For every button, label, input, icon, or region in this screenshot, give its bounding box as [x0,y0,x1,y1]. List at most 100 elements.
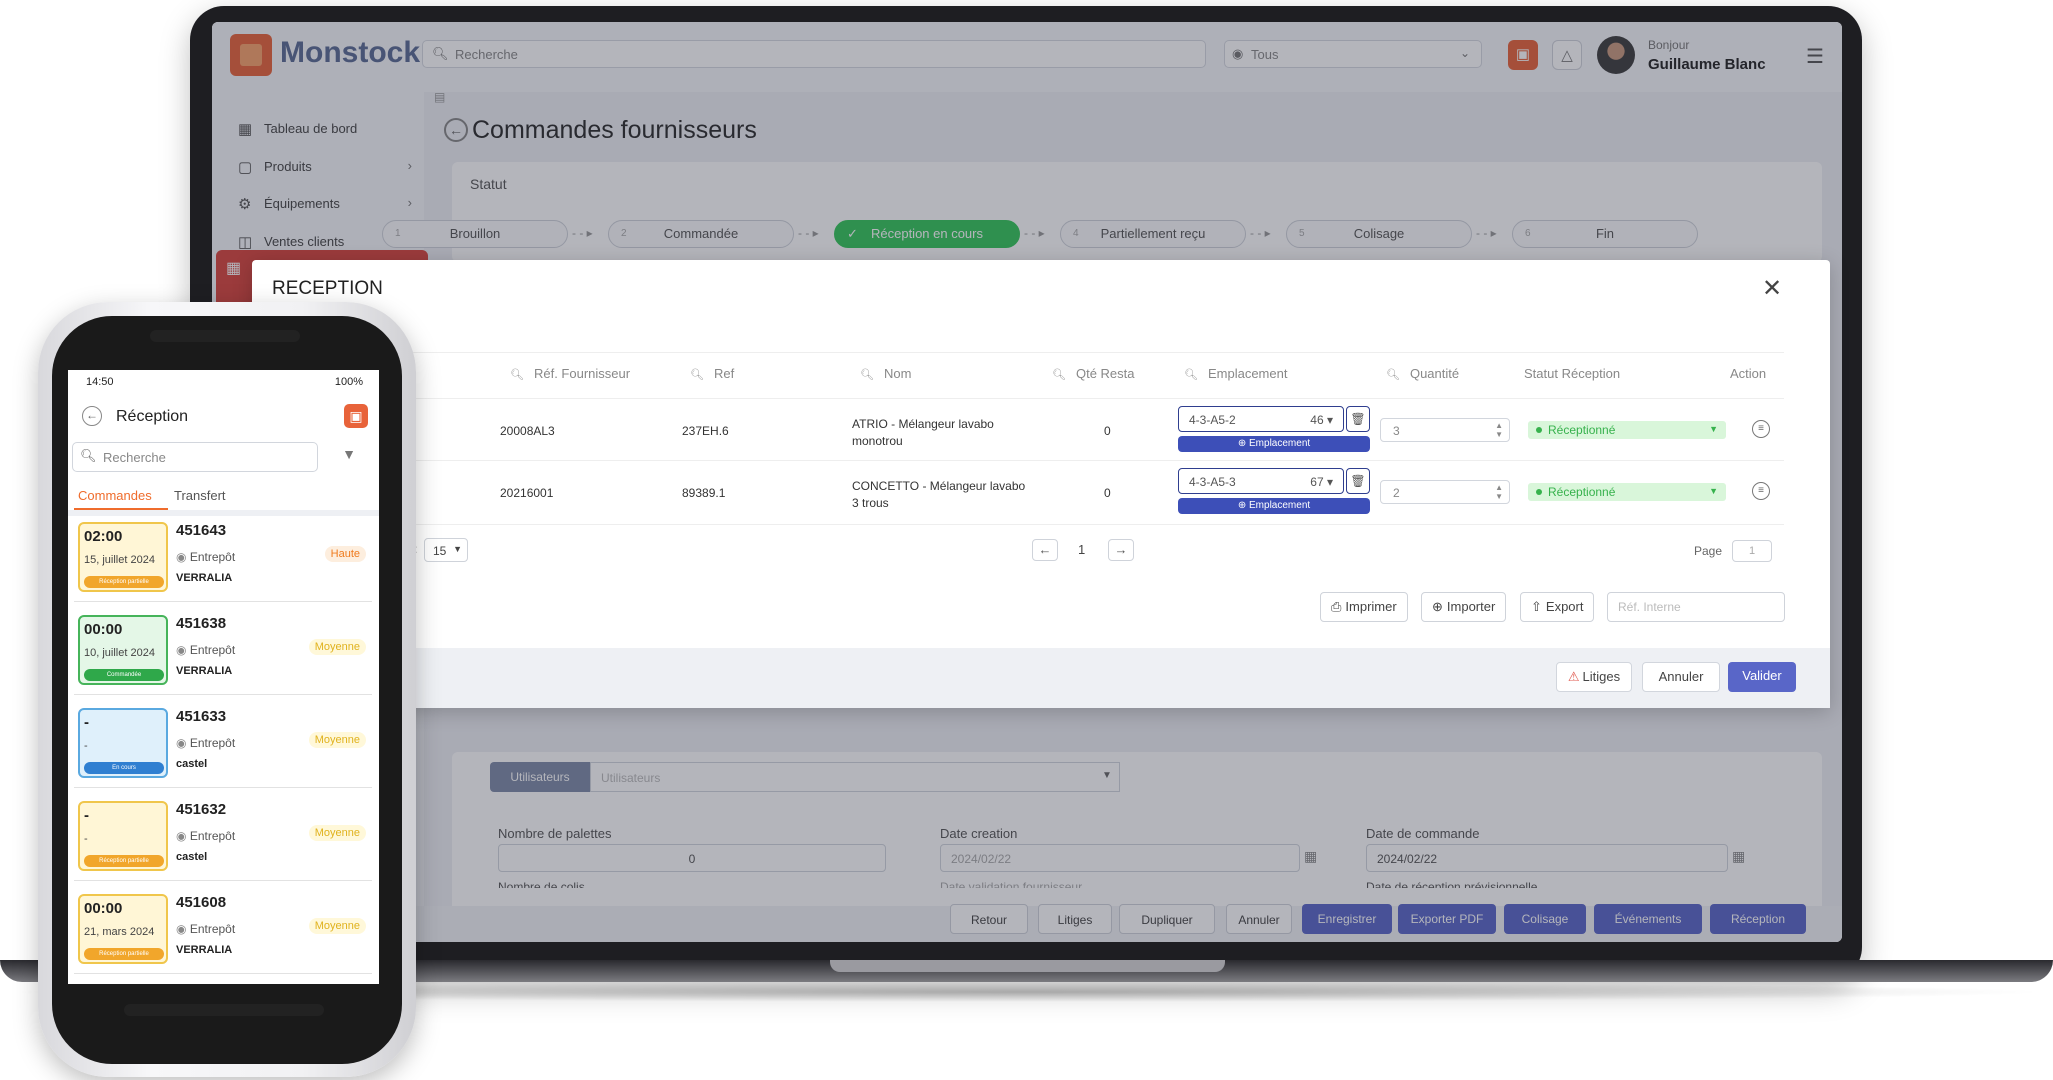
plus-circle-icon: ⊕ [1432,599,1443,614]
order-number: 451608 [176,894,227,911]
export-button[interactable]: ⇧ Export [1520,592,1595,622]
order-list-item[interactable]: 00:00 21, mars 2024 Réception partielle 451… [74,888,372,974]
litiges-button[interactable]: ⚠︎ Litiges [1556,662,1632,692]
order-warehouse: ◉ Entrepôt [176,550,235,564]
order-warehouse: ◉ Entrepôt [176,643,235,657]
cell-ref: 237EH.6 [682,424,729,438]
priority-badge: Moyenne [308,639,366,655]
prev-page-button[interactable]: ← [1032,539,1058,561]
col-nom[interactable]: 🔍︎ Nom [860,366,911,381]
phone-screen: 14:50 100% ← Réception ▣ Recherche 🔍︎ ▼ … [68,370,379,984]
print-button[interactable]: ⎙ Imprimer [1320,592,1408,622]
order-warehouse: ◉ Entrepôt [176,736,235,750]
search-icon: 🔍︎ [1052,369,1066,381]
validate-button[interactable]: Valider [1728,662,1796,692]
next-page-button[interactable]: → [1108,539,1134,561]
location-pin-icon: ◉ [176,829,190,843]
order-list-item[interactable]: - - En cours 451633 ◉ Entrepôt castel Moyenne [74,702,372,788]
col-qte-resta[interactable]: 🔍︎ Qté Resta [1052,366,1135,381]
order-date: 15, juillet 2024 [84,554,155,566]
column-header: Statut Réception [1524,366,1621,381]
emplacement-select[interactable]: 4-3-A5-2 46 ▾ [1178,406,1344,432]
order-time: - [84,807,89,824]
order-list-item[interactable]: 02:00 15, juillet 2024 Réception partielle… [74,516,372,602]
order-warehouse: ◉ Entrepôt [176,829,235,843]
warehouse-label: Entrepôt [189,550,236,564]
menu-icon[interactable]: ≡ [1752,482,1770,500]
phone-search-input[interactable]: Recherche [72,442,318,472]
order-time: 00:00 [84,900,123,917]
current-page[interactable]: 1 [1078,542,1085,557]
filter-icon[interactable]: ▼ [336,446,362,470]
phone-bottom-speaker [124,1004,324,1016]
back-arrow-icon[interactable]: ← [82,406,102,426]
order-list-item[interactable]: 00:00 10, juillet 2024 Commandée 451638 ◉ En… [74,609,372,695]
page-label: Page [1694,544,1723,558]
col-quantite[interactable]: 🔍︎ Quantité [1386,366,1459,381]
stepper-arrows-icon[interactable]: ▲ ▼ [1495,483,1503,501]
priority-badge: Moyenne [308,732,366,748]
menu-icon[interactable]: ≡ [1752,420,1770,438]
scan-icon[interactable]: ▣ [344,404,368,428]
cell-ref-fournisseur: 20008AL3 [500,424,555,438]
ref-interne-input[interactable]: Réf. Interne [1607,592,1785,622]
warehouse-label: Entrepôt [189,643,236,657]
col-ref-fournisseur[interactable]: 🔍︎ Réf. Fournisseur [510,366,630,381]
search-icon: 🔍︎ [80,448,97,463]
trash-icon[interactable]: 🗑︎ [1346,468,1370,494]
order-date: 21, mars 2024 [84,926,155,938]
import-button[interactable]: ⊕ Importer [1421,592,1507,622]
order-time: 00:00 [84,621,123,638]
order-supplier: VERRALIA [176,944,233,956]
status-select[interactable]: Réceptionné ▼ [1528,421,1726,439]
priority-badge: Moyenne [308,918,366,934]
order-number: 451638 [176,615,227,632]
status-select[interactable]: Réceptionné ▼ [1528,483,1726,501]
location-pin-icon: ◉ [176,922,190,936]
search-icon: 🔍︎ [510,369,524,381]
tab-commandes[interactable]: Commandes [78,488,152,503]
priority-badge: Haute [324,546,366,562]
emplacement-code: 4-3-A5-3 [1189,475,1236,489]
page-input[interactable]: 1 [1732,540,1772,562]
add-emplacement-button[interactable]: ⊕ Emplacement [1178,498,1370,514]
phone-status-bar: 14:50 100% [68,370,379,392]
order-list-item[interactable]: - - Réception partielle 451632 ◉ Entrepôt cas… [74,795,372,881]
column-header: Qté Resta [1075,366,1135,381]
quantity-stepper[interactable]: 3 ▲ ▼ [1380,418,1510,442]
cancel-button[interactable]: Annuler [1642,662,1720,692]
order-supplier: VERRALIA [176,665,233,677]
col-emplacement[interactable]: 🔍︎ Emplacement [1184,366,1287,381]
order-status-tag: Réception partielle [84,855,164,867]
col-statut-reception: Statut Réception [1524,366,1620,381]
trash-icon[interactable]: 🗑︎ [1346,406,1370,432]
chevron-down-icon: ▼ [1709,424,1718,434]
emplacement-select[interactable]: 4-3-A5-3 67 ▾ [1178,468,1344,494]
add-emplacement-button[interactable]: ⊕ Emplacement [1178,436,1370,452]
order-number: 451632 [176,801,227,818]
tab-transfert[interactable]: Transfert [174,488,226,503]
column-header: Emplacement [1207,366,1288,381]
column-header: Action [1730,366,1767,381]
location-pin-icon: ◉ [176,550,190,564]
emplacement-stock: 67 ▾ [1310,475,1333,489]
order-date: - [84,740,88,752]
per-page-select[interactable]: 15 ▼ [424,538,468,562]
emplacement-button-label: Emplacement [1249,438,1311,449]
cell-nom: ATRIO - Mélangeur lavabo monotrou [852,417,994,448]
close-icon[interactable]: ✕ [1762,274,1782,303]
priority-badge: Moyenne [308,825,366,841]
row-divider [384,524,1784,525]
printer-icon: ⎙ [1331,599,1342,614]
cell-nom: CONCETTO - Mélangeur lavabo 3 trous [852,479,1026,510]
order-time: 02:00 [84,528,123,545]
column-header: Réf. Fournisseur [533,366,631,381]
col-action: Action [1730,366,1766,381]
export-label: Export [1545,599,1584,614]
quantity-stepper[interactable]: 2 ▲ ▼ [1380,480,1510,504]
cell-ref: 89389.1 [682,486,726,500]
chevron-down-icon: ▼ [453,544,462,554]
column-header: Quantité [1409,366,1460,381]
col-ref[interactable]: 🔍︎ Ref [690,366,734,381]
stepper-arrows-icon[interactable]: ▲ ▼ [1495,421,1503,439]
